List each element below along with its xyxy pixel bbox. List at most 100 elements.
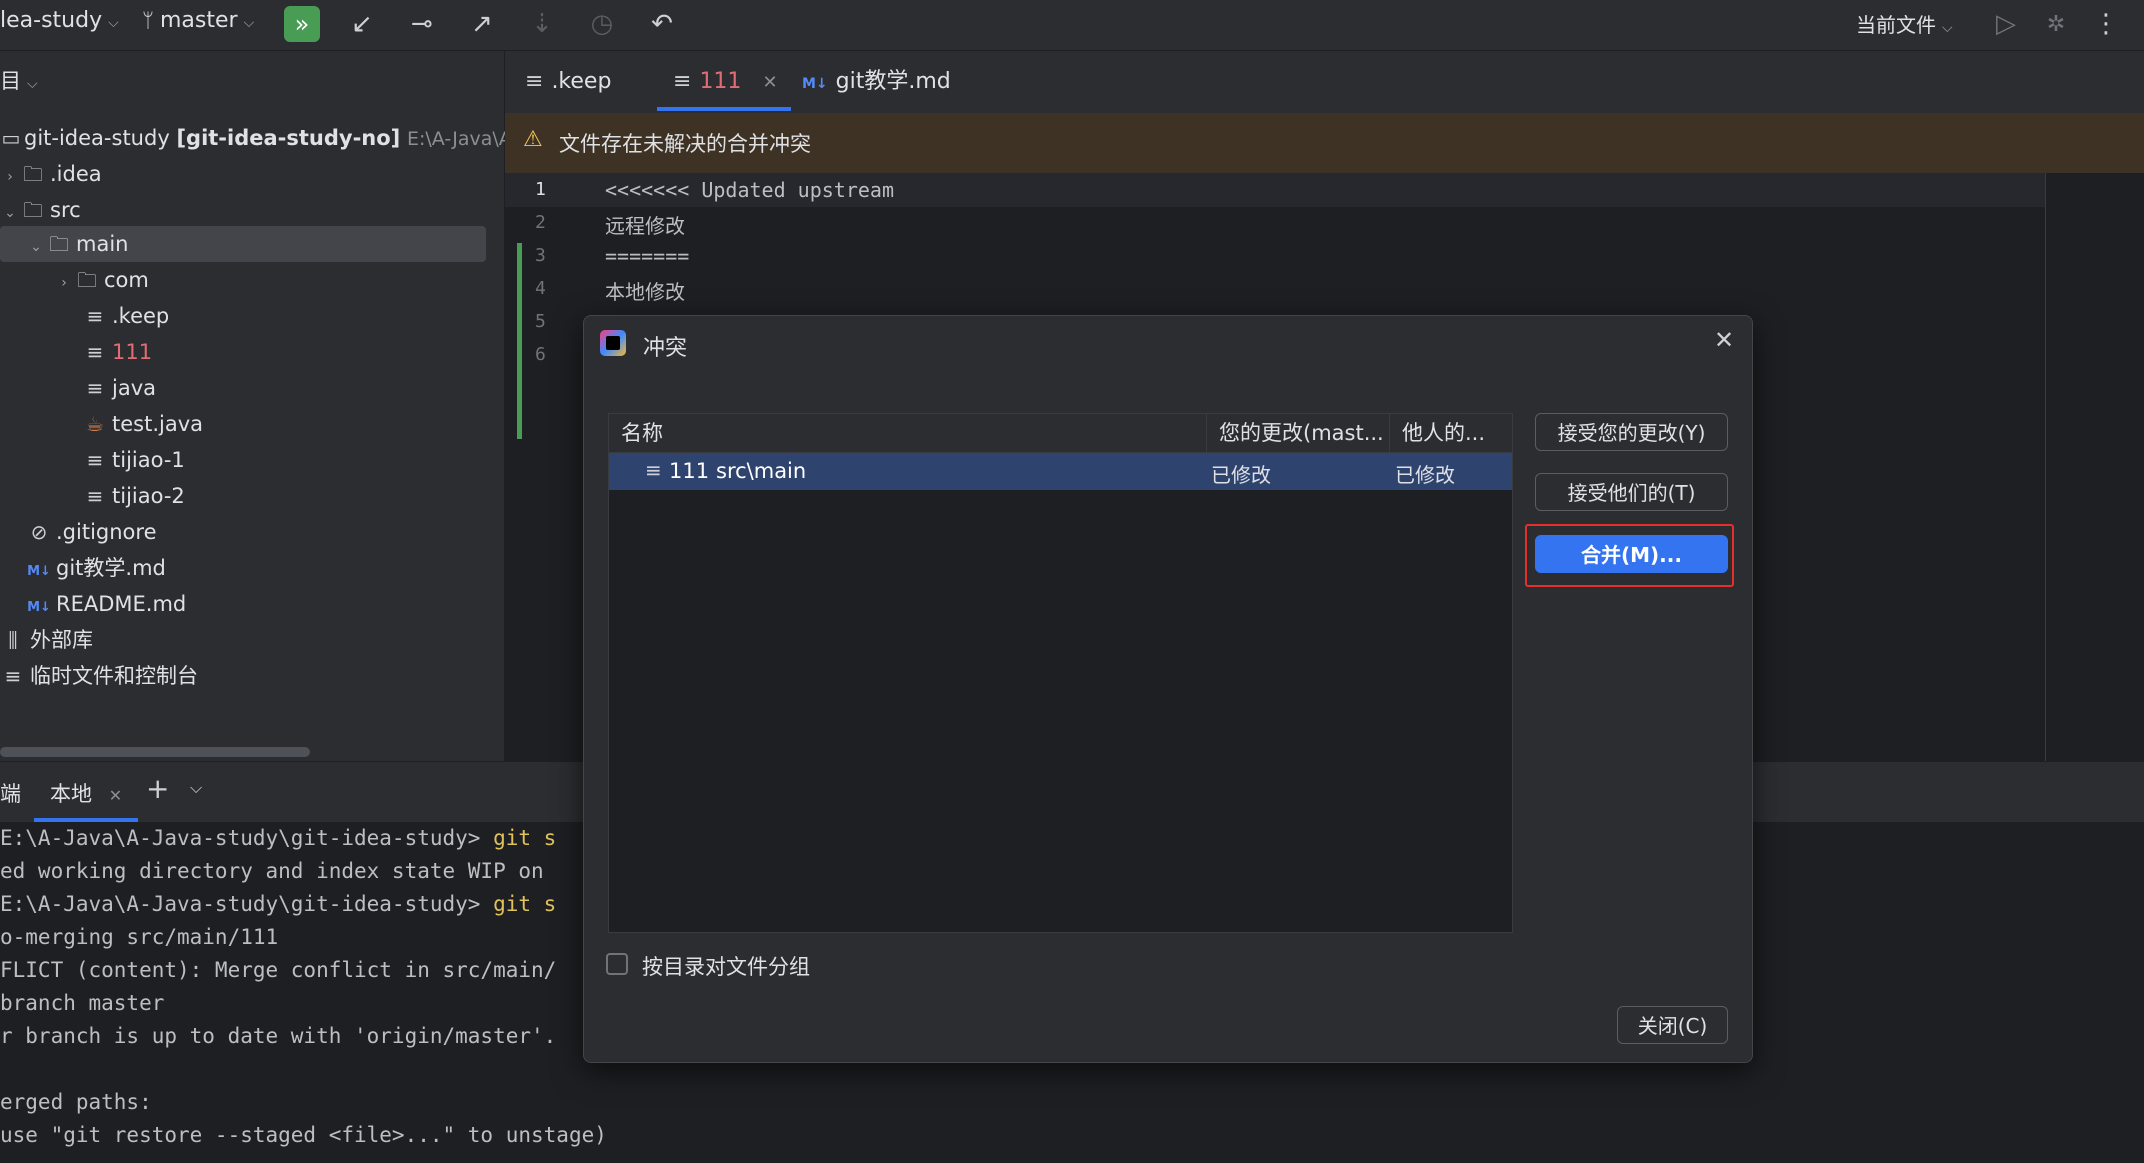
git-update-icon[interactable]: ↙ xyxy=(344,6,380,42)
more-options-icon[interactable]: ⋮ xyxy=(2088,6,2124,42)
terminal-line: branch master xyxy=(0,991,165,1015)
add-icon[interactable]: + xyxy=(146,772,169,805)
project-panel-header[interactable]: 目 ⌵ xyxy=(0,64,38,98)
terminal-command: git s xyxy=(493,826,557,850)
close-icon[interactable]: ✕ xyxy=(109,786,122,805)
row-file-name: 111 xyxy=(669,459,710,483)
folder-icon: 🗀 xyxy=(77,268,97,292)
column-header-yours[interactable]: 您的更改(mast... xyxy=(1207,414,1390,452)
close-button[interactable]: 关闭(C) xyxy=(1617,1006,1728,1044)
text-file-icon: ≡ xyxy=(673,69,692,94)
table-row[interactable]: ≡ 111 src\main 已修改 已修改 xyxy=(609,453,1512,490)
row-file-path: src\main xyxy=(716,459,807,483)
git-commit-icon[interactable]: ⊸ xyxy=(404,6,440,42)
group-by-directory-label: 按目录对文件分组 xyxy=(642,955,810,979)
warning-text: 文件存在未解决的合并冲突 xyxy=(559,132,811,156)
close-icon[interactable]: ✕ xyxy=(762,72,777,93)
tree-item-label: com xyxy=(104,268,149,292)
column-header-theirs[interactable]: 他人的... xyxy=(1390,414,1512,452)
tree-item-src[interactable]: ⌄ 🗀 src xyxy=(0,193,81,227)
code-line: ======= xyxy=(605,244,690,268)
tab-label: git教学.md xyxy=(835,69,951,94)
tree-item-111[interactable]: ≡ 111 xyxy=(82,335,152,369)
chevron-down-icon: ⌵ xyxy=(243,15,255,31)
text-file-icon: ≡ xyxy=(645,458,662,482)
tree-item-com[interactable]: › 🗀 com xyxy=(54,263,149,297)
tree-item-tijiao-1[interactable]: ≡ tijiao-1 xyxy=(82,443,185,477)
git-push-icon[interactable]: ↗ xyxy=(464,6,500,42)
tree-item-label: java xyxy=(112,376,156,400)
markdown-icon: M↓ xyxy=(27,564,51,579)
tree-item-label: 临时文件和控制台 xyxy=(30,664,198,688)
chevron-down-icon: ⌵ xyxy=(1942,20,1953,36)
chevron-down-icon: ⌵ xyxy=(108,15,119,31)
terminal-command: git s xyxy=(493,892,557,916)
change-marker xyxy=(517,243,522,439)
tree-item-external-libraries[interactable]: ⫼ 外部库 xyxy=(0,623,93,657)
tab-label: .keep xyxy=(551,69,612,94)
run-icon[interactable]: ▷ xyxy=(1988,6,2024,42)
tree-item-path-hint: E:\A-Java\A xyxy=(406,128,512,150)
tree-item-label: git教学.md xyxy=(56,556,166,580)
text-file-icon: ≡ xyxy=(86,376,104,400)
chevron-down-icon: ⌵ xyxy=(27,76,38,92)
tab-terminal-local[interactable]: 本地 ✕ xyxy=(50,778,122,808)
tree-item-keep[interactable]: ≡ .keep xyxy=(82,299,170,333)
tree-item-label: .idea xyxy=(50,162,102,186)
code-line: 本地修改 xyxy=(605,280,685,304)
main-toolbar: lea-study ⌵ ᛘ master ⌵ » ↙ ⊸ ↗ ⇣ ◷ ↶ 当前文件 ⌵ … xyxy=(0,0,2144,51)
chevron-down-icon[interactable]: ⌵ xyxy=(190,778,202,798)
tab-git-md[interactable]: M↓ git教学.md xyxy=(802,65,951,99)
tree-item-git-md[interactable]: M↓ git教学.md xyxy=(26,551,166,585)
history-icon[interactable]: ◷ xyxy=(584,6,620,42)
tree-item-label: main xyxy=(76,232,129,256)
line-number: 1 xyxy=(535,179,546,200)
markdown-icon: M↓ xyxy=(27,600,51,615)
tab-label: 本地 xyxy=(50,782,92,806)
run-anything-icon[interactable]: » xyxy=(284,6,320,42)
line-number: 4 xyxy=(535,278,546,299)
tab-keep[interactable]: ≡ .keep xyxy=(525,65,611,99)
branch-switcher[interactable]: ᛘ master ⌵ xyxy=(142,8,254,33)
merge-conflict-banner: ⚠ 文件存在未解决的合并冲突 xyxy=(505,113,2144,173)
code-line: <<<<<<< Updated upstream xyxy=(605,178,894,202)
tree-item-root[interactable]: ▭ git-idea-study [git-idea-study-no] E:\A… xyxy=(0,121,512,155)
project-panel-title: 目 xyxy=(0,69,21,93)
folder-icon: 🗀 xyxy=(23,162,43,186)
text-file-icon: ≡ xyxy=(525,69,544,94)
rollback-icon[interactable]: ↶ xyxy=(644,6,680,42)
terminal-prompt: E:\A-Java\A-Java-study\git-idea-study> xyxy=(0,826,494,850)
tab-111[interactable]: ≡ 111 ✕ xyxy=(673,65,778,99)
tree-item-tijiao-2[interactable]: ≡ tijiao-2 xyxy=(82,479,185,513)
merge-button[interactable]: 合并(M)... xyxy=(1535,535,1728,573)
text-file-icon: ≡ xyxy=(86,484,104,508)
accept-theirs-button[interactable]: 接受他们的(T) xyxy=(1535,473,1728,511)
terminal-line: ed working directory and index state WIP… xyxy=(0,859,544,883)
tree-item-label: .gitignore xyxy=(56,520,157,544)
horizontal-scrollbar[interactable] xyxy=(0,747,310,757)
close-icon[interactable]: ✕ xyxy=(1714,326,1734,354)
tree-item-java[interactable]: ≡ java xyxy=(82,371,156,405)
project-switcher[interactable]: lea-study ⌵ xyxy=(0,8,119,33)
tree-item-test-java[interactable]: ☕ test.java xyxy=(82,407,203,441)
tree-item-readme[interactable]: M↓ README.md xyxy=(26,587,186,621)
tree-item-gitignore[interactable]: ⊘ .gitignore xyxy=(26,515,157,549)
terminal-line: FLICT (content): Merge conflict in src/m… xyxy=(0,958,557,982)
tree-item-label: .keep xyxy=(112,304,170,328)
tree-item-idea[interactable]: › 🗀 .idea xyxy=(0,157,102,191)
group-by-directory-checkbox[interactable] xyxy=(606,953,628,975)
git-pull-request-icon[interactable]: ⇣ xyxy=(524,6,560,42)
tree-item-label: src xyxy=(50,198,81,222)
column-header-name[interactable]: 名称 xyxy=(609,414,1207,452)
row-theirs-status: 已修改 xyxy=(1395,463,1455,487)
debug-icon[interactable]: ✲ xyxy=(2038,6,2074,42)
run-config-selector[interactable]: 当前文件 ⌵ xyxy=(1856,9,1953,38)
line-number: 2 xyxy=(535,212,546,233)
tree-item-scratches[interactable]: ≡ 临时文件和控制台 xyxy=(0,659,198,693)
terminal-panel-title: 端 xyxy=(0,782,21,806)
module-icon: ▭ xyxy=(1,126,21,150)
accept-yours-button[interactable]: 接受您的更改(Y) xyxy=(1535,413,1728,451)
tree-item-main[interactable]: ⌄ 🗀 main xyxy=(26,227,128,261)
library-icon: ⫼ xyxy=(8,628,18,652)
terminal-line: use "git restore --staged <file>..." to … xyxy=(0,1123,607,1147)
